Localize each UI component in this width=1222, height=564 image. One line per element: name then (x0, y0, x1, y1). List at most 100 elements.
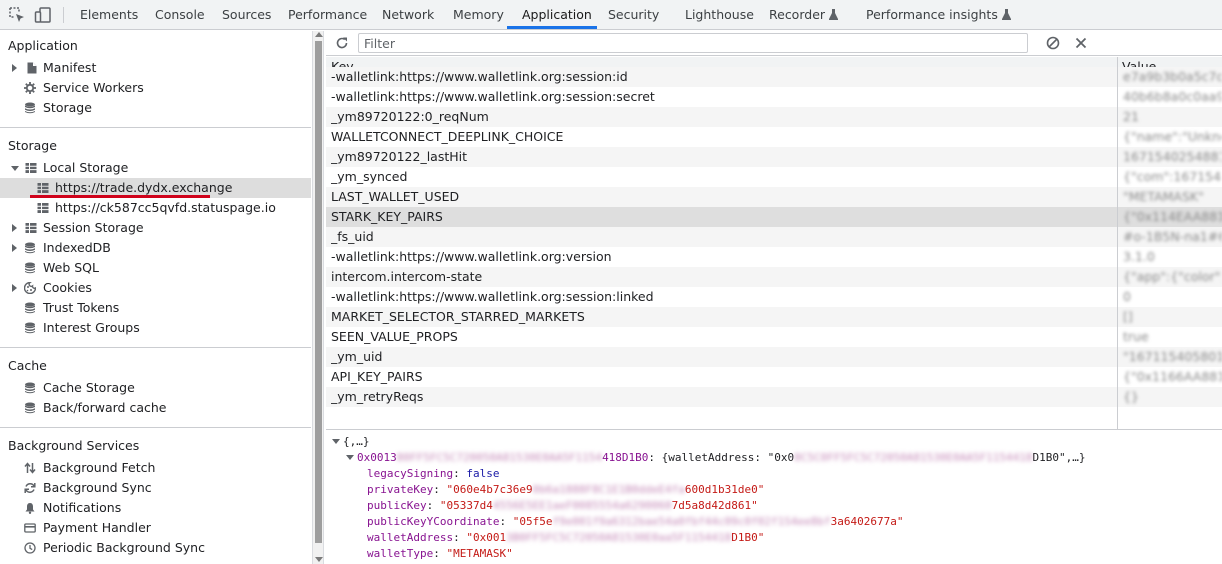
row-value: {"0x114EAA8814 (1123, 209, 1222, 224)
filter-input[interactable] (358, 33, 1028, 53)
tab-performance[interactable]: Performance (288, 0, 367, 30)
tab-sources[interactable]: Sources (222, 0, 271, 30)
row-value: {"com":1671540111} (1123, 169, 1222, 184)
table-row[interactable]: API_KEY_PAIRS {"0x1166AA8814 (326, 367, 1222, 387)
expand-arrow-icon[interactable] (12, 64, 17, 72)
toolbar-separator (63, 7, 64, 23)
preview-entry[interactable]: 0x001380FF5FC5C720050A81530E0AA5F1154418… (346, 450, 1086, 466)
preview-field[interactable]: walletAddress: "0x0013B0FF5FC5C72050A815… (367, 530, 764, 546)
document-icon (27, 62, 37, 74)
section-heading-application: Application (8, 38, 78, 53)
tab-performance-insights[interactable]: Performance insights (866, 0, 1011, 30)
table-row[interactable]: -walletlink:https://www.walletlink.org:s… (326, 87, 1222, 107)
table-row[interactable]: _ym_retryReqs {} (326, 387, 1222, 407)
table-row[interactable]: _ym_synced {"com":1671540111} (326, 167, 1222, 187)
database-icon (25, 242, 35, 254)
table-row[interactable]: _ym_uid "1671154058012 (326, 347, 1222, 367)
table-row[interactable]: LAST_WALLET_USED "METAMASK" (326, 187, 1222, 207)
device-toolbar-icon[interactable] (34, 6, 52, 24)
preview-field[interactable]: privateKey: "060e4b7c36e90b6a1888F8C1E1B… (367, 482, 764, 498)
row-value: 40b6b8a0c0aa97 (1123, 89, 1222, 104)
column-divider[interactable] (1117, 57, 1118, 429)
expand-arrow-icon[interactable] (12, 224, 17, 232)
field-name: publicKeyYCoordinate (367, 515, 500, 528)
table-grid-icon (37, 203, 49, 213)
entry-key-tail: 418D1B0 (602, 451, 649, 464)
tab-security[interactable]: Security (608, 0, 659, 30)
preview-field[interactable]: publicKey: "05337d44556E5EE1aeF0085554a6… (367, 498, 758, 514)
sidebar-item-label: Local Storage (43, 160, 129, 175)
table-row[interactable]: intercom.intercom-state {"app":{"color":"… (326, 267, 1222, 287)
row-value: 1671540254881 (1123, 149, 1222, 164)
tab-network[interactable]: Network (382, 0, 434, 30)
row-value: 3.1.0 (1123, 249, 1155, 264)
field-value: "0x001 (466, 531, 507, 544)
tab-recorder[interactable]: Recorder (769, 0, 839, 30)
entry-summary: {walletAddress: "0x0 (661, 451, 795, 464)
field-value: D1B0" (731, 531, 765, 544)
database-icon (25, 302, 35, 314)
field-value: false (466, 467, 500, 480)
section-heading-background-services: Background Services (8, 438, 140, 453)
table-row[interactable]: STARK_KEY_PAIRS {"0x114EAA8814 (326, 207, 1222, 227)
collapse-arrow-icon[interactable] (332, 439, 340, 444)
sidebar-item-label: Cache Storage (43, 380, 135, 395)
expand-arrow-icon[interactable] (12, 284, 17, 292)
row-value: [] (1123, 309, 1133, 324)
application-sidebar: Application Manifest Service Workers Sto… (0, 31, 311, 564)
preview-split-divider[interactable] (326, 429, 1222, 430)
field-name: walletType (367, 547, 434, 560)
sidebar-item-label: IndexedDB (43, 240, 111, 255)
sidebar-item-label: Storage (43, 100, 92, 115)
sidebar-item-label: Payment Handler (43, 520, 151, 535)
table-row[interactable]: -walletlink:https://www.walletlink.org:s… (326, 287, 1222, 307)
row-key: -walletlink:https://www.walletlink.org:s… (331, 289, 654, 304)
row-key: MARKET_SELECTOR_STARRED_MARKETS (331, 309, 585, 324)
sidebar-item-label: Session Storage (43, 220, 144, 235)
delete-selected-icon[interactable] (1075, 37, 1087, 49)
row-value: #o-1B5N-na1#6 (1123, 229, 1222, 244)
preview-field[interactable]: walletType: "METAMASK" (367, 546, 513, 562)
table-row[interactable]: -walletlink:https://www.walletlink.org:s… (326, 67, 1222, 87)
local-storage-table: Key Value -walletlink:https://www.wallet… (326, 57, 1222, 429)
tab-elements[interactable]: Elements (80, 0, 138, 30)
devtools-tab-bar: Elements Console Sources Performance Net… (0, 0, 1222, 30)
field-name: publicKey (367, 499, 427, 512)
clear-all-icon[interactable] (1046, 36, 1060, 50)
table-row[interactable]: _fs_uid #o-1B5N-na1#6 (326, 227, 1222, 247)
experiment-flask-icon (1001, 9, 1011, 20)
table-row[interactable]: -walletlink:https://www.walletlink.org:v… (326, 247, 1222, 267)
sidebar-scrollbar[interactable] (312, 31, 324, 564)
collapse-arrow-icon[interactable] (346, 455, 354, 460)
expand-arrow-icon[interactable] (12, 244, 17, 252)
scroll-up-arrow-icon[interactable] (315, 32, 323, 37)
scroll-down-arrow-icon[interactable] (315, 557, 323, 562)
field-name: legacySigning (367, 467, 454, 480)
row-key: -walletlink:https://www.walletlink.org:s… (331, 69, 628, 84)
preview-root[interactable]: {,…} (332, 434, 370, 450)
section-heading-storage: Storage (8, 138, 57, 153)
tab-lighthouse[interactable]: Lighthouse (685, 0, 754, 30)
row-key: _ym89720122:0_reqNum (331, 109, 489, 124)
sidebar-item-label: Interest Groups (43, 320, 140, 335)
collapse-arrow-icon[interactable] (11, 166, 19, 171)
tab-memory[interactable]: Memory (453, 0, 504, 30)
row-key: LAST_WALLET_USED (331, 189, 460, 204)
inspect-element-icon[interactable] (8, 6, 26, 24)
table-row[interactable]: WALLETCONNECT_DEEPLINK_CHOICE {"name":"Un… (326, 127, 1222, 147)
row-value: 0 (1123, 289, 1131, 304)
table-row[interactable]: MARKET_SELECTOR_STARRED_MARKETS [] (326, 307, 1222, 327)
table-row[interactable]: _ym89720122_lastHit 1671540254881 (326, 147, 1222, 167)
scrollbar-thumb[interactable] (315, 41, 322, 543)
row-value: {"0x1166AA8814 (1123, 369, 1222, 384)
table-row[interactable]: SEEN_VALUE_PROPS true (326, 327, 1222, 347)
tab-console[interactable]: Console (155, 0, 205, 30)
preview-field[interactable]: legacySigning: false (367, 466, 499, 482)
preview-field[interactable]: publicKeyYCoordinate: "05f5ef9e001f9a631… (367, 514, 903, 530)
section-divider (0, 427, 311, 428)
sidebar-item-label: Notifications (43, 500, 122, 515)
row-value: {} (1123, 389, 1139, 404)
table-row[interactable]: _ym89720122:0_reqNum 21 (326, 107, 1222, 127)
table-grid-icon (25, 223, 37, 233)
refresh-icon[interactable] (335, 36, 349, 50)
